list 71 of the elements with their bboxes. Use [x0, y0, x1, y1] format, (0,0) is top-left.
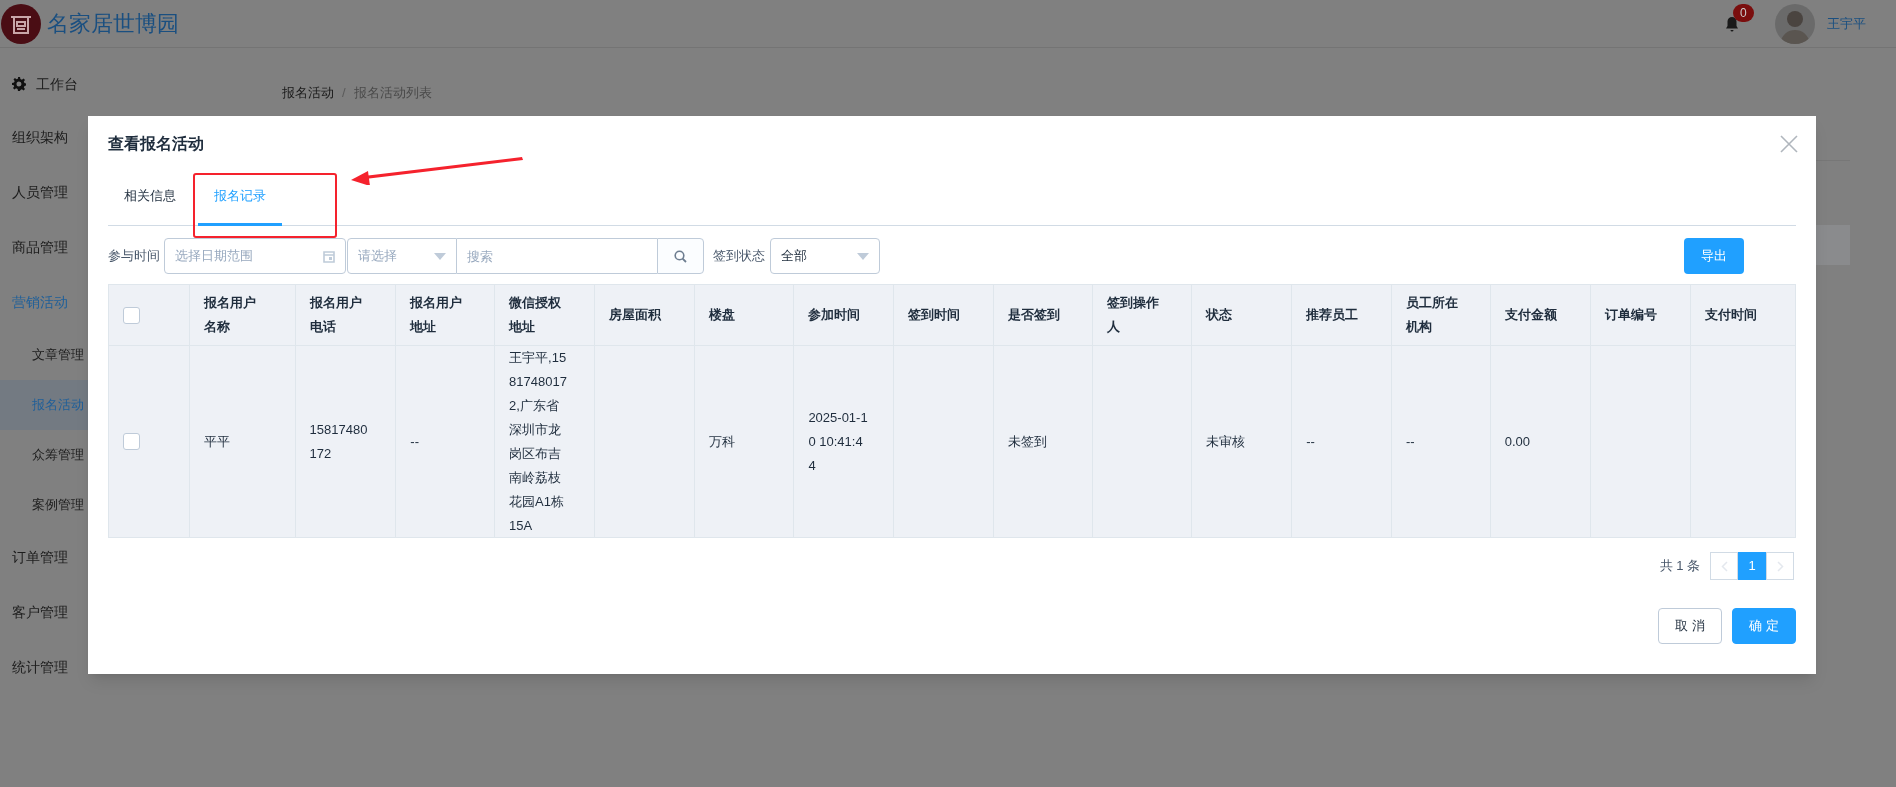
pagination-total: 共 1 条 — [1659, 557, 1700, 576]
page-button[interactable]: 1 — [1738, 552, 1766, 580]
column-header[interactable]: 签到操作人 — [1106, 291, 1167, 339]
column-header[interactable]: 员工所在机构 — [1406, 291, 1466, 339]
sidebar-item[interactable]: 统计管理 — [12, 657, 68, 678]
previous-page-button[interactable] — [1710, 552, 1738, 580]
caret-icon — [434, 252, 446, 260]
tab[interactable]: 报名记录 — [198, 186, 282, 226]
sidebar-item[interactable]: 客户管理 — [12, 602, 68, 623]
caret-icon — [857, 252, 869, 260]
column-header[interactable]: 楼盘 — [708, 303, 769, 327]
breadcrumb-separator: / — [342, 84, 346, 102]
breadcrumb-item[interactable]: 报名活动 — [282, 83, 334, 103]
search-field[interactable]: 搜索 — [457, 238, 657, 274]
field-label: 参与时间 — [108, 247, 161, 266]
table-cell-text: 未签到 — [1007, 432, 1048, 451]
table-cell-text: -- — [1406, 432, 1416, 451]
search-icon — [674, 249, 687, 263]
date-range-field[interactable]: 选择日期范围 — [164, 238, 346, 274]
sidebar-item[interactable]: 组织架构 — [12, 127, 68, 148]
column-header[interactable]: 签到时间 — [908, 303, 969, 327]
column-header[interactable]: 订单编号 — [1604, 303, 1665, 327]
column-header[interactable]: 报名用户名称 — [203, 291, 264, 339]
table-cell-text: 0.00 — [1504, 432, 1532, 451]
column-header[interactable]: 支付金额 — [1504, 303, 1565, 327]
column-header[interactable]: 报名用户地址 — [410, 291, 471, 339]
modal-title: 查看报名活动 — [108, 134, 204, 154]
table-cell-text: 未审核 — [1206, 432, 1247, 451]
column-header[interactable]: 状态 — [1206, 303, 1267, 327]
calendar-icon — [323, 249, 335, 263]
column-header[interactable]: 报名用户电话 — [309, 291, 370, 339]
avatar-icon[interactable] — [1775, 3, 1815, 44]
sidebar-item[interactable]: 商品管理 — [12, 237, 68, 258]
export-button[interactable]: 导出 — [1684, 238, 1744, 274]
close-icon[interactable] — [1780, 135, 1798, 153]
table-cell-text: -- — [1306, 432, 1316, 451]
sidebar-subitem[interactable]: 案例管理 — [32, 495, 84, 515]
field-label: 签到状态 — [713, 247, 766, 266]
search-button[interactable] — [657, 238, 704, 274]
tab[interactable]: 相关信息 — [108, 186, 192, 226]
sidebar-item[interactable]: 工作台 — [36, 73, 78, 95]
table-cell-text: -- — [410, 432, 420, 451]
status-select[interactable]: 全部 — [770, 238, 880, 274]
sidebar-subitem[interactable]: 众筹管理 — [32, 445, 84, 465]
chevron-right-icon — [1776, 560, 1784, 572]
notification-badge: 0 — [1733, 3, 1754, 22]
gear-icon — [12, 77, 26, 91]
logo-text: 名家居世博园 — [47, 10, 179, 38]
table-cell-text: 万科 — [708, 432, 736, 451]
column-header[interactable]: 支付时间 — [1705, 303, 1766, 327]
sidebar-subitem[interactable]: 文章管理 — [32, 345, 84, 365]
checkbox[interactable] — [123, 433, 140, 450]
sidebar-item[interactable]: 人员管理 — [12, 182, 68, 203]
table-cell-text: 王宇平,15817480172,广东省深圳市龙岗区布吉南岭荔枝花园A1栋15A — [509, 348, 568, 535]
column-header[interactable]: 房屋面积 — [608, 303, 669, 327]
column-header[interactable]: 推荐员工 — [1306, 303, 1367, 327]
table-cell-text: 2025-01-10 10:41:44 — [808, 408, 869, 475]
column-header[interactable]: 是否签到 — [1007, 303, 1068, 327]
bell-icon[interactable] — [1725, 15, 1739, 32]
column-header[interactable]: 参加时间 — [808, 303, 869, 327]
checkbox[interactable] — [123, 306, 140, 324]
column-header[interactable]: 微信授权地址 — [509, 291, 570, 339]
confirm-button[interactable]: 确 定 — [1732, 608, 1796, 644]
table-cell-text: 15817480172 — [309, 420, 369, 463]
next-page-button[interactable] — [1766, 552, 1794, 580]
select-field[interactable]: 请选择 — [347, 238, 457, 274]
table-cell-text: 平平 — [203, 432, 231, 451]
logo-icon — [1, 3, 41, 44]
sidebar-item[interactable]: 订单管理 — [12, 547, 68, 568]
cancel-button[interactable]: 取 消 — [1658, 608, 1722, 644]
chevron-left-icon — [1720, 560, 1728, 572]
